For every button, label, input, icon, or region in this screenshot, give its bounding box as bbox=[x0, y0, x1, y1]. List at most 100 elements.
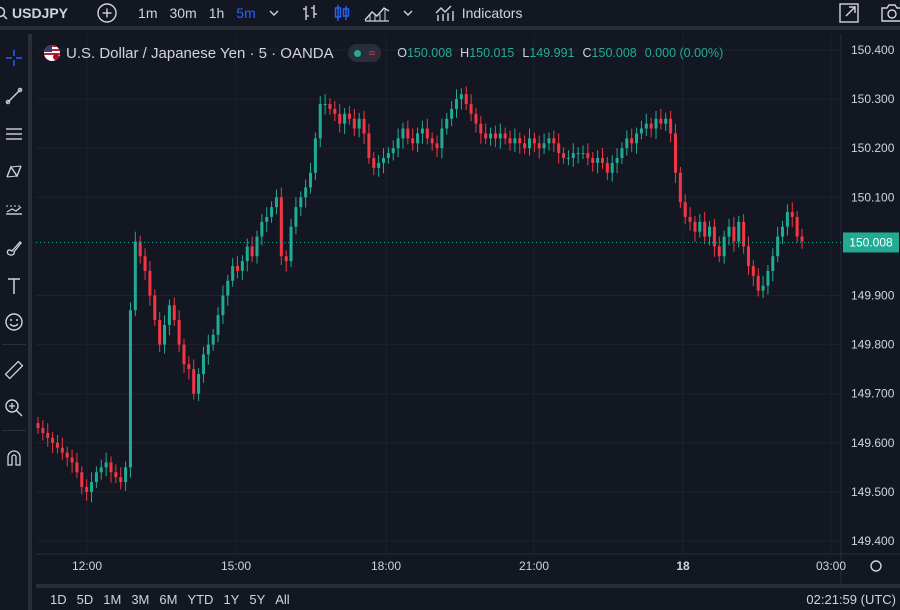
candle-body bbox=[41, 428, 45, 433]
candle-body bbox=[343, 113, 347, 124]
indicators-button[interactable]: Indicators bbox=[428, 0, 529, 26]
chevron-down-icon bbox=[269, 10, 279, 16]
candle-body bbox=[231, 266, 235, 281]
candle-body bbox=[615, 158, 619, 163]
interval-1h[interactable]: 1h bbox=[203, 0, 231, 26]
candle-body bbox=[464, 94, 468, 105]
add-icon bbox=[97, 3, 117, 23]
range-1d[interactable]: 1D bbox=[36, 592, 72, 607]
range-6m[interactable]: 6M bbox=[154, 592, 182, 607]
price-axis-label: 149.900 bbox=[851, 289, 895, 303]
interval-5m[interactable]: 5m bbox=[230, 0, 261, 26]
symbol-search[interactable]: USDJPY bbox=[0, 0, 74, 26]
candle-body bbox=[469, 104, 473, 114]
candle-body bbox=[566, 158, 570, 160]
price-axis-label: 150.100 bbox=[851, 190, 895, 204]
fib-retracement-icon bbox=[6, 128, 22, 140]
candle-body bbox=[635, 133, 639, 144]
candle-body bbox=[284, 256, 288, 262]
zoom-in-icon bbox=[5, 399, 23, 417]
candlestick-chart[interactable]: 150.400 150.300 150.200 150.100 149.900 149.8… bbox=[36, 34, 900, 584]
emoji-tool[interactable] bbox=[0, 308, 28, 336]
candle-body bbox=[104, 462, 108, 468]
candle-body bbox=[167, 305, 171, 325]
symbol-label: USDJPY bbox=[12, 5, 69, 21]
snapshot-button[interactable] bbox=[874, 0, 900, 26]
candles-chart-type-button[interactable] bbox=[326, 0, 358, 26]
utc-clock[interactable]: 02:21:59 (UTC) bbox=[806, 592, 900, 607]
range-3m[interactable]: 3M bbox=[126, 592, 154, 607]
ohlc-high: H150.015 bbox=[460, 46, 515, 60]
candle-body bbox=[211, 334, 215, 345]
range-1y[interactable]: 1Y bbox=[218, 592, 244, 607]
candles-icon bbox=[334, 5, 349, 21]
text-tool[interactable] bbox=[0, 272, 28, 300]
candle-body bbox=[240, 261, 244, 271]
candle-body bbox=[610, 162, 614, 173]
price-axis-label: 149.500 bbox=[851, 485, 895, 499]
trend-line-tool[interactable] bbox=[0, 82, 28, 110]
area-chart-type-button[interactable] bbox=[358, 0, 396, 26]
ohlc-open: O150.008 bbox=[397, 46, 453, 60]
pattern-tool[interactable] bbox=[0, 158, 28, 186]
range-5d[interactable]: 5D bbox=[72, 592, 99, 607]
crosshair-tool[interactable] bbox=[0, 44, 28, 72]
magnet-tool[interactable] bbox=[0, 444, 28, 472]
price-axis-label: 150.300 bbox=[851, 92, 895, 106]
candle-body bbox=[620, 148, 624, 159]
candle-body bbox=[630, 138, 634, 144]
candle-body bbox=[669, 118, 673, 134]
interval-dropdown[interactable] bbox=[262, 0, 286, 26]
candle-body bbox=[99, 467, 103, 473]
range-ytd[interactable]: YTD bbox=[182, 592, 218, 607]
candle-body bbox=[698, 221, 702, 232]
candle-body bbox=[391, 148, 395, 154]
market-open-dot-icon bbox=[353, 49, 361, 57]
interval-30m[interactable]: 30m bbox=[163, 0, 202, 26]
measure-tool[interactable] bbox=[0, 356, 28, 384]
ohlc-change: 0.000 (0.00%) bbox=[644, 46, 724, 60]
zoom-tool[interactable] bbox=[0, 394, 28, 422]
candle-body bbox=[625, 138, 629, 149]
settings-gear-icon[interactable] bbox=[870, 560, 882, 572]
bar-chart-type-button[interactable] bbox=[294, 0, 326, 26]
candle-body bbox=[766, 270, 770, 286]
candle-body bbox=[771, 256, 775, 271]
candle-body bbox=[746, 246, 750, 267]
range-5y[interactable]: 5Y bbox=[244, 592, 270, 607]
forecast-tool[interactable] bbox=[0, 196, 28, 224]
market-status-pill[interactable]: ≈ bbox=[347, 44, 382, 62]
candle-body bbox=[75, 462, 79, 473]
candle-body bbox=[440, 128, 444, 149]
fib-tool[interactable] bbox=[0, 120, 28, 148]
compare-button[interactable] bbox=[90, 0, 124, 26]
candle-body bbox=[659, 118, 663, 124]
candle-body bbox=[474, 113, 478, 124]
candle-body bbox=[80, 472, 84, 487]
candle-body bbox=[571, 153, 575, 159]
candle-body bbox=[596, 158, 600, 163]
bars-icon bbox=[302, 5, 317, 20]
candle-body bbox=[703, 221, 707, 237]
candle-body bbox=[377, 162, 381, 168]
candle-body bbox=[664, 118, 668, 124]
interval-1m[interactable]: 1m bbox=[132, 0, 163, 26]
candle-body bbox=[639, 128, 643, 134]
brush-tool[interactable] bbox=[0, 234, 28, 262]
chart-type-dropdown[interactable] bbox=[396, 0, 420, 26]
candle-body bbox=[265, 216, 269, 222]
candle-body bbox=[489, 133, 493, 139]
range-all[interactable]: All bbox=[270, 592, 294, 607]
candle-body bbox=[430, 138, 434, 144]
candle-body bbox=[153, 295, 157, 321]
series-title[interactable]: U.S. Dollar / Japanese Yen · 5 · OANDA bbox=[66, 45, 334, 62]
fullscreen-button[interactable] bbox=[832, 0, 866, 26]
chart-pane[interactable]: 150.400 150.300 150.200 150.100 149.900 149.8… bbox=[36, 34, 900, 610]
candle-body bbox=[357, 118, 361, 129]
plot-background bbox=[36, 34, 841, 554]
us-japan-flag-icon bbox=[44, 45, 60, 61]
candle-body bbox=[751, 266, 755, 276]
candle-body bbox=[411, 138, 415, 144]
range-1m[interactable]: 1M bbox=[98, 592, 126, 607]
magnet-icon bbox=[7, 450, 21, 466]
